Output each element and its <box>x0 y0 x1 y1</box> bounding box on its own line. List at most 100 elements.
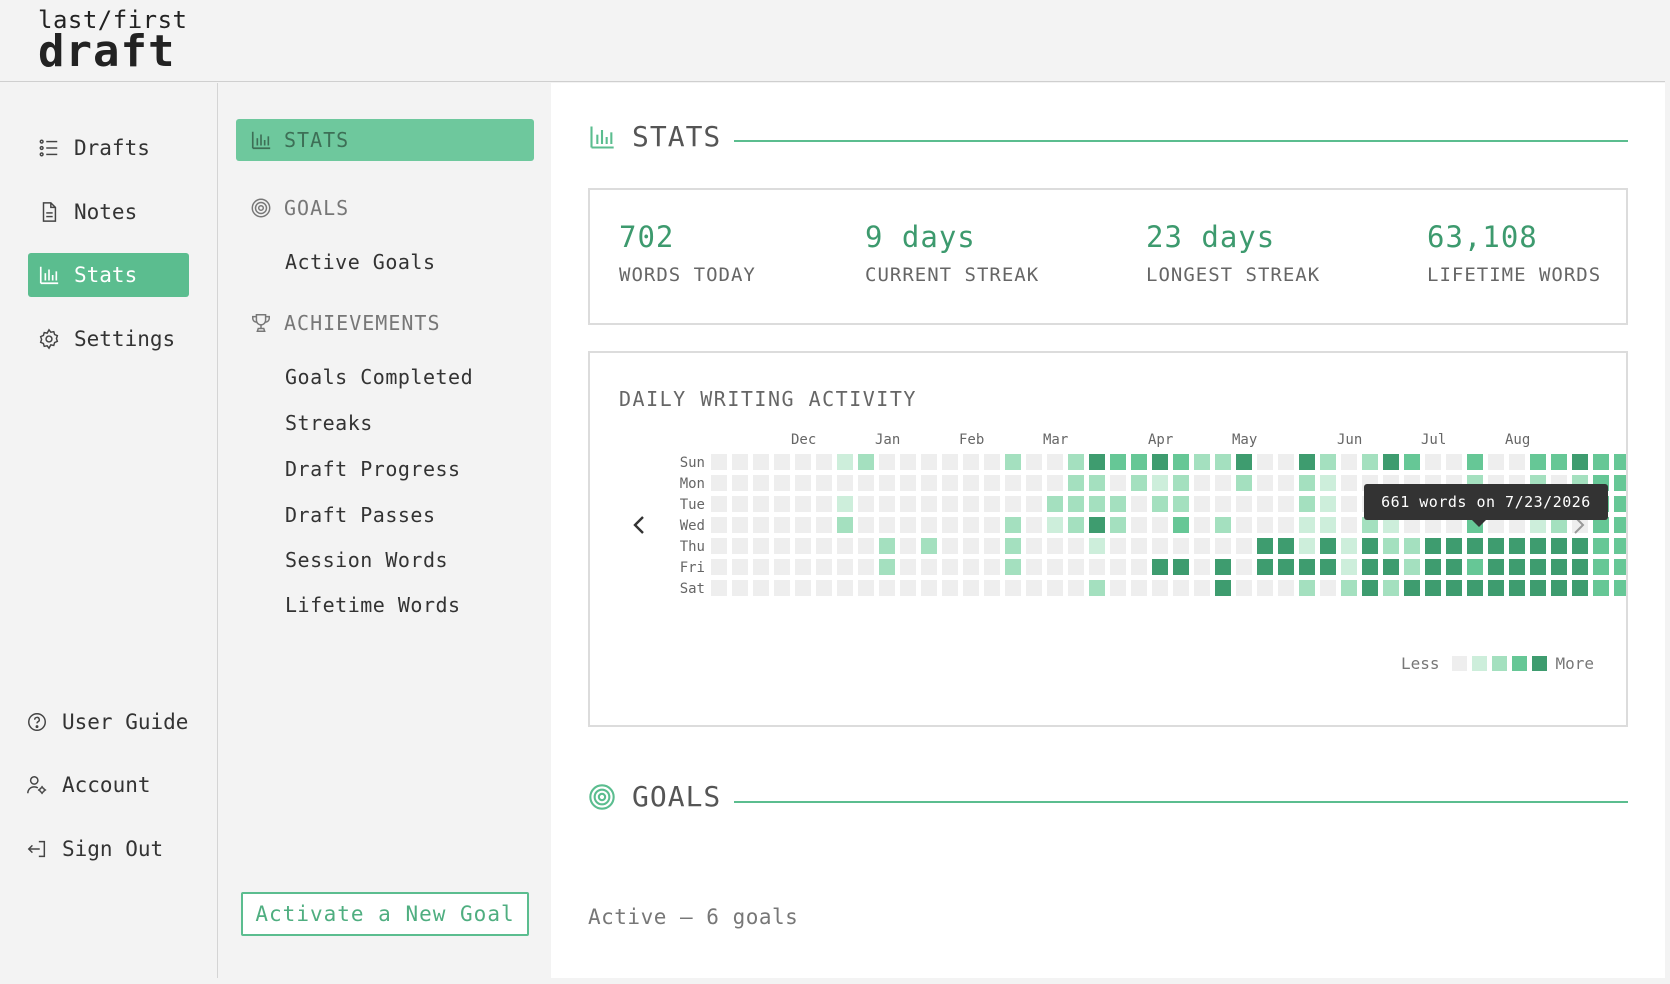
activity-cell[interactable] <box>942 559 958 575</box>
activity-cell[interactable] <box>753 580 769 596</box>
activity-cell[interactable] <box>1362 559 1378 575</box>
activity-cell[interactable] <box>1551 580 1567 596</box>
activity-cell[interactable] <box>1341 454 1357 470</box>
activity-cell[interactable] <box>1299 538 1315 554</box>
activity-cell[interactable] <box>984 517 1000 533</box>
activity-cell[interactable] <box>963 517 979 533</box>
activity-cell[interactable] <box>900 454 916 470</box>
activity-cell[interactable] <box>1068 517 1084 533</box>
activity-cell[interactable] <box>984 454 1000 470</box>
activity-cell[interactable] <box>795 538 811 554</box>
activity-cell[interactable] <box>858 517 874 533</box>
activity-cell[interactable] <box>1173 538 1189 554</box>
activity-cell[interactable] <box>1005 475 1021 491</box>
activity-cell[interactable] <box>774 496 790 512</box>
activity-cell[interactable] <box>753 559 769 575</box>
activity-cell[interactable] <box>858 538 874 554</box>
activity-cell[interactable] <box>1614 559 1626 575</box>
activity-cell[interactable] <box>858 475 874 491</box>
activity-cell[interactable] <box>963 496 979 512</box>
activity-cell[interactable] <box>1488 454 1504 470</box>
activity-cell[interactable] <box>942 496 958 512</box>
activity-cell[interactable] <box>1110 538 1126 554</box>
activity-cell[interactable] <box>1509 580 1525 596</box>
activity-cell[interactable] <box>1299 496 1315 512</box>
activity-cell[interactable] <box>1341 496 1357 512</box>
activity-cell[interactable] <box>1593 454 1609 470</box>
activity-cell[interactable] <box>1026 496 1042 512</box>
activity-cell[interactable] <box>774 454 790 470</box>
activity-cell[interactable] <box>1362 454 1378 470</box>
activity-cell[interactable] <box>732 559 748 575</box>
activity-cell[interactable] <box>1278 559 1294 575</box>
activity-cell[interactable] <box>774 538 790 554</box>
nav2-goals-completed[interactable]: Goals Completed <box>285 365 473 389</box>
activity-cell[interactable] <box>1236 496 1252 512</box>
activity-cell[interactable] <box>1215 538 1231 554</box>
activity-cell[interactable] <box>711 475 727 491</box>
activity-cell[interactable] <box>1362 580 1378 596</box>
activity-cell[interactable] <box>1341 517 1357 533</box>
nav2-goals[interactable]: GOALS <box>236 187 534 229</box>
activity-cell[interactable] <box>1299 475 1315 491</box>
activity-cell[interactable] <box>1089 538 1105 554</box>
nav2-lifetime-words[interactable]: Lifetime Words <box>285 593 461 617</box>
activity-cell[interactable] <box>816 496 832 512</box>
activity-cell[interactable] <box>1257 538 1273 554</box>
activity-cell[interactable] <box>1257 454 1273 470</box>
activity-cell[interactable] <box>1614 538 1626 554</box>
activity-cell[interactable] <box>1257 475 1273 491</box>
nav2-stats[interactable]: STATS <box>236 119 534 161</box>
activity-cell[interactable] <box>1173 496 1189 512</box>
nav-user-guide[interactable]: User Guide <box>16 700 206 744</box>
activity-cell[interactable] <box>1089 517 1105 533</box>
activity-cell[interactable] <box>1236 517 1252 533</box>
activity-cell[interactable] <box>732 580 748 596</box>
activity-cell[interactable] <box>1173 559 1189 575</box>
activity-cell[interactable] <box>1131 496 1147 512</box>
activity-cell[interactable] <box>1005 559 1021 575</box>
activity-cell[interactable] <box>900 580 916 596</box>
activity-cell[interactable] <box>1509 538 1525 554</box>
activity-cell[interactable] <box>1341 580 1357 596</box>
activity-cell[interactable] <box>921 496 937 512</box>
activity-cell[interactable] <box>942 517 958 533</box>
activity-cell[interactable] <box>1467 538 1483 554</box>
activity-cell[interactable] <box>942 454 958 470</box>
activity-cell[interactable] <box>1320 475 1336 491</box>
nav2-session-words[interactable]: Session Words <box>285 548 448 572</box>
activity-cell[interactable] <box>900 496 916 512</box>
activity-cell[interactable] <box>816 517 832 533</box>
activity-cell[interactable] <box>1425 559 1441 575</box>
activity-cell[interactable] <box>753 538 769 554</box>
activity-cell[interactable] <box>795 559 811 575</box>
activity-cell[interactable] <box>774 475 790 491</box>
nav2-active-goals[interactable]: Active Goals <box>285 250 436 274</box>
activity-cell[interactable] <box>1320 538 1336 554</box>
activity-cell[interactable] <box>711 580 727 596</box>
activity-cell[interactable] <box>1572 580 1588 596</box>
activity-cell[interactable] <box>1614 496 1626 512</box>
activity-cell[interactable] <box>858 496 874 512</box>
activity-cell[interactable] <box>1005 454 1021 470</box>
activity-cell[interactable] <box>1173 517 1189 533</box>
activity-cell[interactable] <box>1236 475 1252 491</box>
activity-cell[interactable] <box>1047 517 1063 533</box>
activity-cell[interactable] <box>795 580 811 596</box>
activity-cell[interactable] <box>1068 538 1084 554</box>
activity-cell[interactable] <box>1404 580 1420 596</box>
activity-cell[interactable] <box>1530 538 1546 554</box>
activity-cell[interactable] <box>1110 454 1126 470</box>
activity-cell[interactable] <box>1278 496 1294 512</box>
nav2-draft-progress[interactable]: Draft Progress <box>285 457 461 481</box>
activity-cell[interactable] <box>837 496 853 512</box>
activity-cell[interactable] <box>900 538 916 554</box>
activity-cell[interactable] <box>879 454 895 470</box>
activity-cell[interactable] <box>1362 538 1378 554</box>
activity-cell[interactable] <box>732 454 748 470</box>
activity-cell[interactable] <box>1068 496 1084 512</box>
activity-cell[interactable] <box>1278 580 1294 596</box>
activity-cell[interactable] <box>1383 580 1399 596</box>
activity-cell[interactable] <box>921 580 937 596</box>
activity-cell[interactable] <box>1572 559 1588 575</box>
